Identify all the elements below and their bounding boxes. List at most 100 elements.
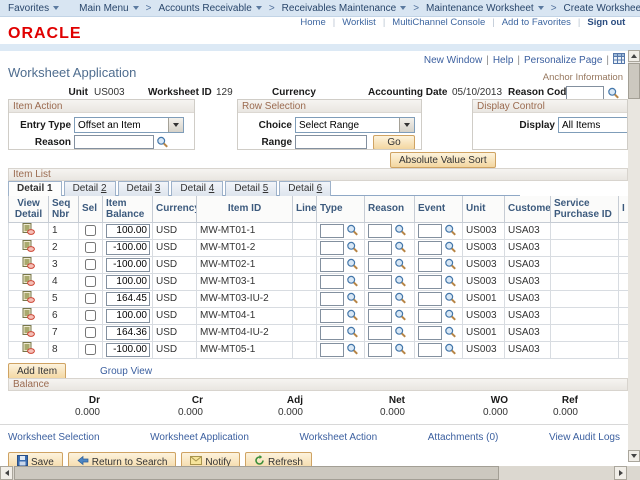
entry-type-select[interactable]: Offset an Item <box>74 117 184 133</box>
footer-link-attachments0[interactable]: Attachments (0) <box>428 432 499 443</box>
event-lookup-icon[interactable] <box>444 292 457 305</box>
reason-input[interactable] <box>368 291 392 306</box>
view-detail-icon[interactable] <box>22 223 35 238</box>
scroll-right-button[interactable] <box>614 466 627 480</box>
select-row-checkbox[interactable] <box>85 275 96 287</box>
page-link-help[interactable]: Help <box>493 55 514 66</box>
reason-lookup-icon[interactable] <box>394 343 407 356</box>
scroll-down-button[interactable] <box>628 450 640 462</box>
reason-lookup-icon[interactable] <box>394 224 407 237</box>
select-row-checkbox[interactable] <box>85 326 96 338</box>
view-detail-icon[interactable] <box>22 257 35 272</box>
item-balance-input[interactable] <box>106 257 150 272</box>
reason-lookup-icon[interactable] <box>394 275 407 288</box>
event-lookup-icon[interactable] <box>444 326 457 339</box>
view-detail-icon[interactable] <box>22 308 35 323</box>
event-lookup-icon[interactable] <box>444 309 457 322</box>
select-row-checkbox[interactable] <box>85 292 96 304</box>
event-input[interactable] <box>418 325 442 340</box>
vertical-scrollbar[interactable] <box>628 50 640 462</box>
reason-input[interactable] <box>368 223 392 238</box>
top-link-home[interactable]: Home <box>300 17 325 28</box>
reason-lookup-icon[interactable] <box>394 292 407 305</box>
page-link-new-window[interactable]: New Window <box>424 55 482 66</box>
tab-detail-1[interactable]: Detail 1 <box>8 181 62 196</box>
breadcrumb-item-accounts-receivable[interactable]: Accounts Receivable <box>158 3 262 14</box>
tab-detail-3[interactable]: Detail 3 <box>117 181 170 196</box>
select-row-checkbox[interactable] <box>85 309 96 321</box>
select-row-checkbox[interactable] <box>85 224 96 236</box>
item-balance-input[interactable] <box>106 274 150 289</box>
footer-link-viewauditlogs[interactable]: View Audit Logs <box>549 432 620 443</box>
reason-input[interactable] <box>368 257 392 272</box>
breadcrumb-item-maintenance-worksheet[interactable]: Maintenance Worksheet <box>426 3 544 14</box>
type-lookup-icon[interactable] <box>346 343 359 356</box>
event-lookup-icon[interactable] <box>444 224 457 237</box>
toolbar-notify-button[interactable]: Notify <box>181 452 240 466</box>
event-lookup-icon[interactable] <box>444 275 457 288</box>
reason-lookup-icon[interactable] <box>394 258 407 271</box>
reason-input[interactable] <box>368 325 392 340</box>
item-balance-input[interactable] <box>106 325 150 340</box>
event-lookup-icon[interactable] <box>444 258 457 271</box>
item-balance-input[interactable] <box>106 223 150 238</box>
anchor-information-link[interactable]: Anchor Information <box>543 72 623 83</box>
footer-link-worksheetaction[interactable]: Worksheet Action <box>300 432 378 443</box>
reason-lookup-icon[interactable] <box>156 136 169 149</box>
select-row-checkbox[interactable] <box>85 343 96 355</box>
item-balance-input[interactable] <box>106 342 150 357</box>
range-input[interactable] <box>295 135 367 149</box>
top-link-sign-out[interactable]: Sign out <box>587 17 625 28</box>
event-lookup-icon[interactable] <box>444 343 457 356</box>
view-detail-icon[interactable] <box>22 342 35 357</box>
reason-input[interactable] <box>368 342 392 357</box>
type-input[interactable] <box>320 308 344 323</box>
type-input[interactable] <box>320 257 344 272</box>
type-lookup-icon[interactable] <box>346 275 359 288</box>
event-input[interactable] <box>418 274 442 289</box>
group-view-link[interactable]: Group View <box>100 366 152 377</box>
tab-detail-2[interactable]: Detail 2 <box>63 181 116 196</box>
top-link-add-to-favorites[interactable]: Add to Favorites <box>502 17 571 28</box>
reason-lookup-icon[interactable] <box>394 309 407 322</box>
view-detail-icon[interactable] <box>22 240 35 255</box>
breadcrumb-item-main-menu[interactable]: Main Menu <box>79 3 139 14</box>
type-input[interactable] <box>320 274 344 289</box>
tab-detail-4[interactable]: Detail 4 <box>171 181 224 196</box>
select-row-checkbox[interactable] <box>85 241 96 253</box>
event-input[interactable] <box>418 291 442 306</box>
view-detail-icon[interactable] <box>22 325 35 340</box>
event-lookup-icon[interactable] <box>444 241 457 254</box>
type-lookup-icon[interactable] <box>346 241 359 254</box>
type-lookup-icon[interactable] <box>346 258 359 271</box>
type-input[interactable] <box>320 223 344 238</box>
type-lookup-icon[interactable] <box>346 326 359 339</box>
scroll-up-button[interactable] <box>628 50 640 62</box>
type-input[interactable] <box>320 325 344 340</box>
toolbar-save-button[interactable]: Save <box>8 452 63 466</box>
event-input[interactable] <box>418 308 442 323</box>
event-input[interactable] <box>418 240 442 255</box>
toolbar-return-to-search-button[interactable]: Return to Search <box>67 452 177 466</box>
item-balance-input[interactable] <box>106 291 150 306</box>
type-input[interactable] <box>320 342 344 357</box>
page-link-personalize-page[interactable]: Personalize Page <box>524 55 602 66</box>
breadcrumb-item-create-worksheet[interactable]: Create Worksheet <box>564 3 640 14</box>
horizontal-scroll-thumb[interactable] <box>14 466 499 480</box>
event-input[interactable] <box>418 223 442 238</box>
display-select[interactable]: All Items <box>558 117 627 133</box>
item-balance-input[interactable] <box>106 240 150 255</box>
type-input[interactable] <box>320 240 344 255</box>
type-input[interactable] <box>320 291 344 306</box>
reason-input[interactable] <box>74 135 154 149</box>
select-row-checkbox[interactable] <box>85 258 96 270</box>
event-input[interactable] <box>418 257 442 272</box>
view-detail-icon[interactable] <box>22 291 35 306</box>
tab-detail-5[interactable]: Detail 5 <box>225 181 278 196</box>
breadcrumb-item-receivables-maintenance[interactable]: Receivables Maintenance <box>282 3 407 14</box>
footer-link-worksheetapplication[interactable]: Worksheet Application <box>150 432 249 443</box>
reason-code-input[interactable] <box>566 86 604 100</box>
horizontal-scrollbar[interactable] <box>0 466 640 480</box>
absolute-value-sort-button[interactable]: Absolute Value Sort <box>390 152 496 168</box>
reason-input[interactable] <box>368 274 392 289</box>
